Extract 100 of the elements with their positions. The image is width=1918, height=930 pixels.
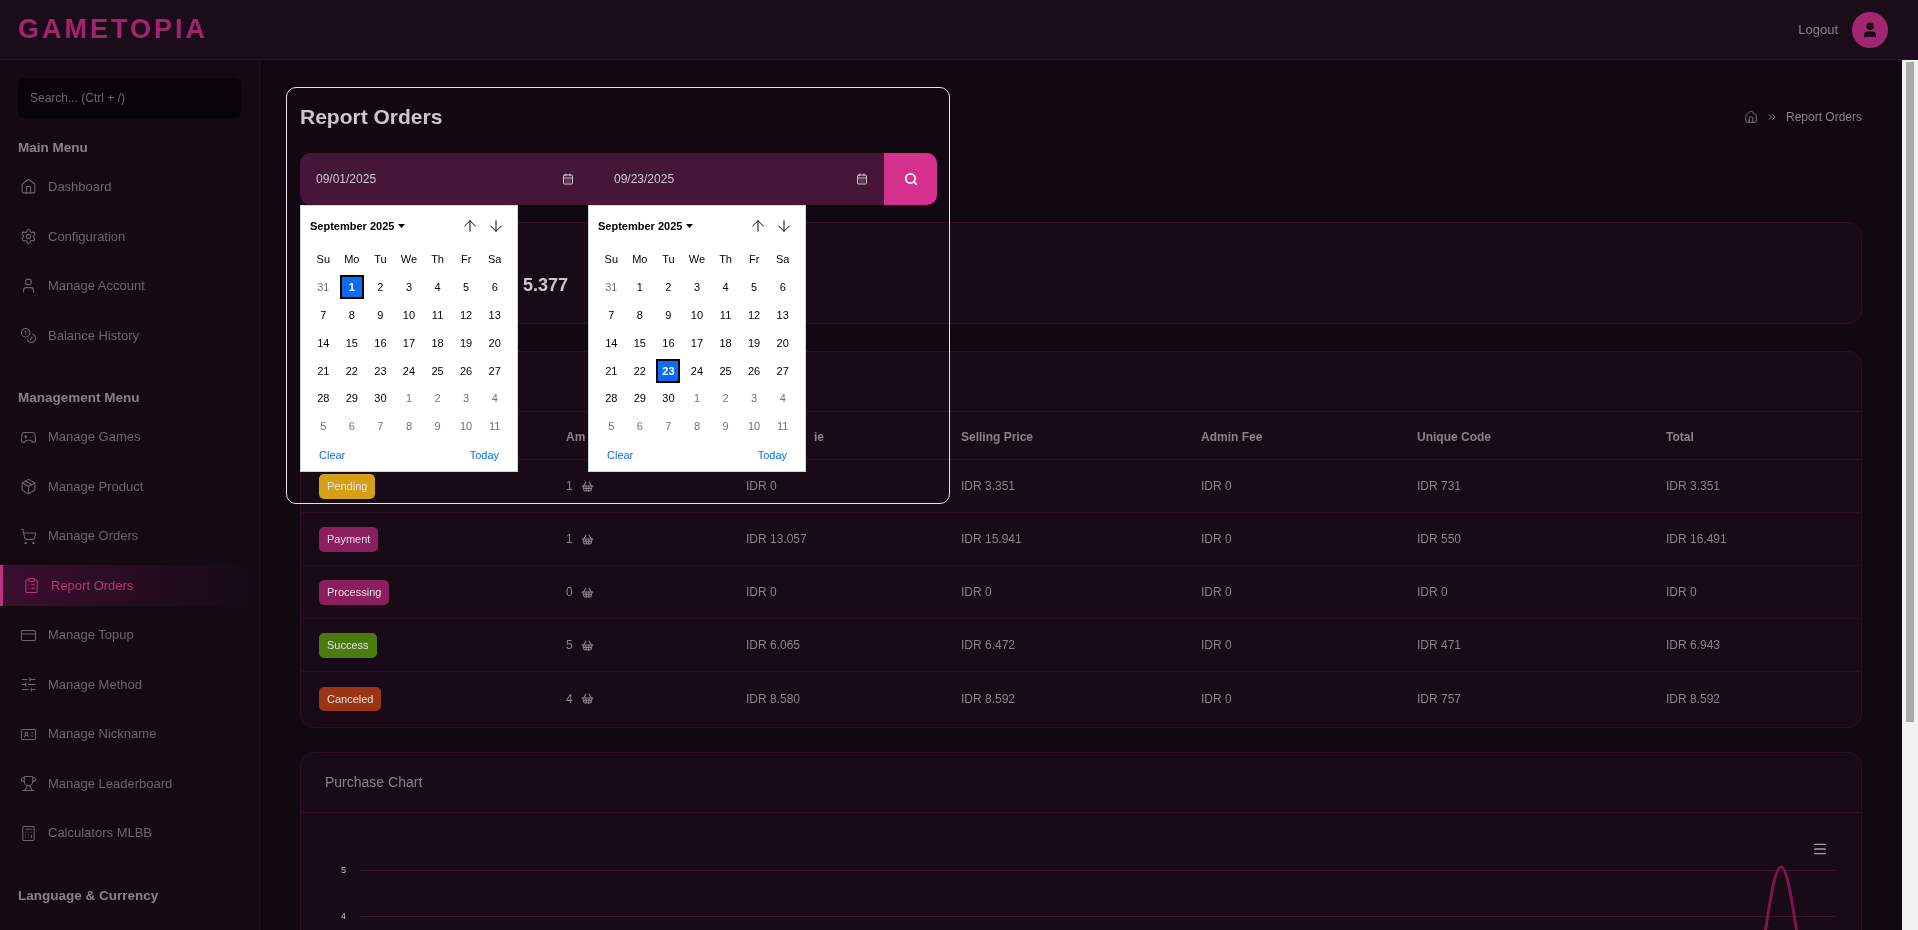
search-button[interactable]: [884, 153, 937, 205]
sidebar-item[interactable]: Manage Method: [0, 664, 259, 705]
home-icon[interactable]: [1743, 109, 1758, 124]
calendar-day[interactable]: 31: [311, 275, 336, 300]
calendar-day[interactable]: 26: [454, 358, 479, 383]
calendar-day[interactable]: 9: [368, 303, 393, 328]
calendar-day[interactable]: 19: [454, 331, 479, 355]
calendar-day[interactable]: 11: [425, 303, 450, 328]
calendar-day[interactable]: 26: [742, 358, 767, 383]
avatar-button[interactable]: [1852, 11, 1888, 48]
calendar-day[interactable]: 6: [482, 275, 507, 300]
calendar-day[interactable]: 27: [482, 358, 507, 383]
calendar-day[interactable]: 11: [713, 303, 738, 328]
calendar-day[interactable]: 19: [742, 331, 767, 355]
calendar-day[interactable]: 1: [397, 386, 421, 411]
calendar-day[interactable]: 9: [713, 414, 738, 439]
calendar-day[interactable]: 10: [685, 303, 709, 328]
calendar-day[interactable]: 30: [656, 386, 681, 411]
calendar-day[interactable]: 10: [742, 414, 767, 439]
calendar-day[interactable]: 17: [685, 331, 709, 355]
calendar-day[interactable]: 4: [482, 386, 507, 411]
calendar-day[interactable]: 4: [770, 386, 795, 411]
calendar-day[interactable]: 2: [425, 386, 450, 411]
calendar-day[interactable]: 18: [713, 331, 738, 355]
calendar-day[interactable]: 3: [397, 275, 421, 300]
search-field[interactable]: Search... (Ctrl + /): [18, 78, 241, 118]
calendar-day[interactable]: 4: [713, 275, 738, 300]
calendar-day[interactable]: 2: [656, 275, 681, 300]
calendar-day[interactable]: 20: [482, 331, 507, 355]
calendar-day[interactable]: 2: [368, 275, 393, 300]
calendar-day[interactable]: 25: [425, 358, 450, 383]
calendar-day[interactable]: 29: [339, 386, 364, 411]
calendar-day[interactable]: 1: [339, 275, 364, 300]
calendar-day[interactable]: 13: [482, 303, 507, 328]
calendar-day[interactable]: 11: [482, 414, 507, 439]
calendar-day[interactable]: 3: [454, 386, 479, 411]
today-button[interactable]: Today: [757, 447, 787, 464]
calendar-day[interactable]: 25: [713, 358, 738, 383]
calendar-day[interactable]: 16: [368, 331, 393, 355]
calendar-day[interactable]: 6: [627, 414, 652, 439]
calendar-day[interactable]: 22: [339, 358, 364, 383]
month-dropdown[interactable]: September 2025: [598, 217, 694, 235]
calendar-day[interactable]: 28: [599, 386, 624, 411]
calendar-day[interactable]: 1: [685, 386, 709, 411]
calendar-day[interactable]: 14: [599, 331, 624, 355]
sidebar-item[interactable]: Manage Nickname: [0, 713, 259, 755]
calendar-day[interactable]: 10: [454, 414, 479, 439]
calendar-day[interactable]: 28: [311, 386, 336, 411]
calendar-day[interactable]: 12: [742, 303, 767, 328]
calendar-day[interactable]: 5: [742, 275, 767, 300]
calendar-day[interactable]: 5: [311, 414, 336, 439]
calendar-day[interactable]: 15: [627, 331, 652, 355]
clear-button[interactable]: Clear: [607, 447, 634, 464]
calendar-day[interactable]: 7: [311, 303, 336, 328]
calendar-day[interactable]: 29: [627, 386, 652, 411]
calendar-day[interactable]: 17: [397, 331, 421, 355]
calendar-day[interactable]: 9: [656, 303, 681, 328]
calendar-day[interactable]: 23: [656, 358, 681, 383]
calendar-day[interactable]: 13: [770, 303, 795, 328]
calendar-day[interactable]: 12: [454, 303, 479, 328]
calendar-day[interactable]: 5: [599, 414, 624, 439]
calendar-day[interactable]: 6: [339, 414, 364, 439]
calendar-day[interactable]: 7: [656, 414, 681, 439]
calendar-day[interactable]: 11: [770, 414, 795, 439]
calendar-day[interactable]: 24: [685, 358, 709, 383]
calendar-day[interactable]: 7: [368, 414, 393, 439]
calendar-day[interactable]: 5: [454, 275, 479, 300]
calendar-day[interactable]: 14: [311, 331, 336, 355]
calendar-day[interactable]: 1: [627, 275, 652, 300]
menu-icon[interactable]: [1812, 841, 1828, 857]
scrollbar[interactable]: [1902, 60, 1918, 930]
calendar-day[interactable]: 10: [397, 303, 421, 328]
calendar-day[interactable]: 8: [397, 414, 421, 439]
calendar-day[interactable]: 3: [685, 275, 709, 300]
calendar-day[interactable]: 21: [599, 358, 624, 383]
calendar-day[interactable]: 6: [770, 275, 795, 300]
date-field[interactable]: 09/01/2025: [300, 153, 590, 205]
calendar-day[interactable]: 20: [770, 331, 795, 355]
calendar-day[interactable]: 8: [627, 303, 652, 328]
calendar-day[interactable]: 9: [425, 414, 450, 439]
calendar-day[interactable]: 21: [311, 358, 336, 383]
calendar-day[interactable]: 27: [770, 358, 795, 383]
calendar-day[interactable]: 8: [339, 303, 364, 328]
calendar-day[interactable]: 7: [599, 303, 624, 328]
month-dropdown[interactable]: September 2025: [310, 217, 406, 235]
calendar-day[interactable]: 23: [368, 358, 393, 383]
sidebar-item[interactable]: Calculators MLBB: [0, 812, 259, 854]
calendar-day[interactable]: 24: [397, 358, 421, 383]
calendar-day[interactable]: 15: [339, 331, 364, 355]
calendar-day[interactable]: 22: [627, 358, 652, 383]
calendar-day[interactable]: 31: [599, 275, 624, 300]
calendar-day[interactable]: 16: [656, 331, 681, 355]
calendar-day[interactable]: 8: [685, 414, 709, 439]
clear-button[interactable]: Clear: [319, 447, 346, 464]
today-button[interactable]: Today: [469, 447, 499, 464]
calendar-day[interactable]: 18: [425, 331, 450, 355]
calendar-day[interactable]: 30: [368, 386, 393, 411]
calendar-day[interactable]: 2: [713, 386, 738, 411]
logout-link[interactable]: Logout: [1798, 19, 1838, 40]
date-field[interactable]: 09/23/2025: [590, 153, 884, 205]
